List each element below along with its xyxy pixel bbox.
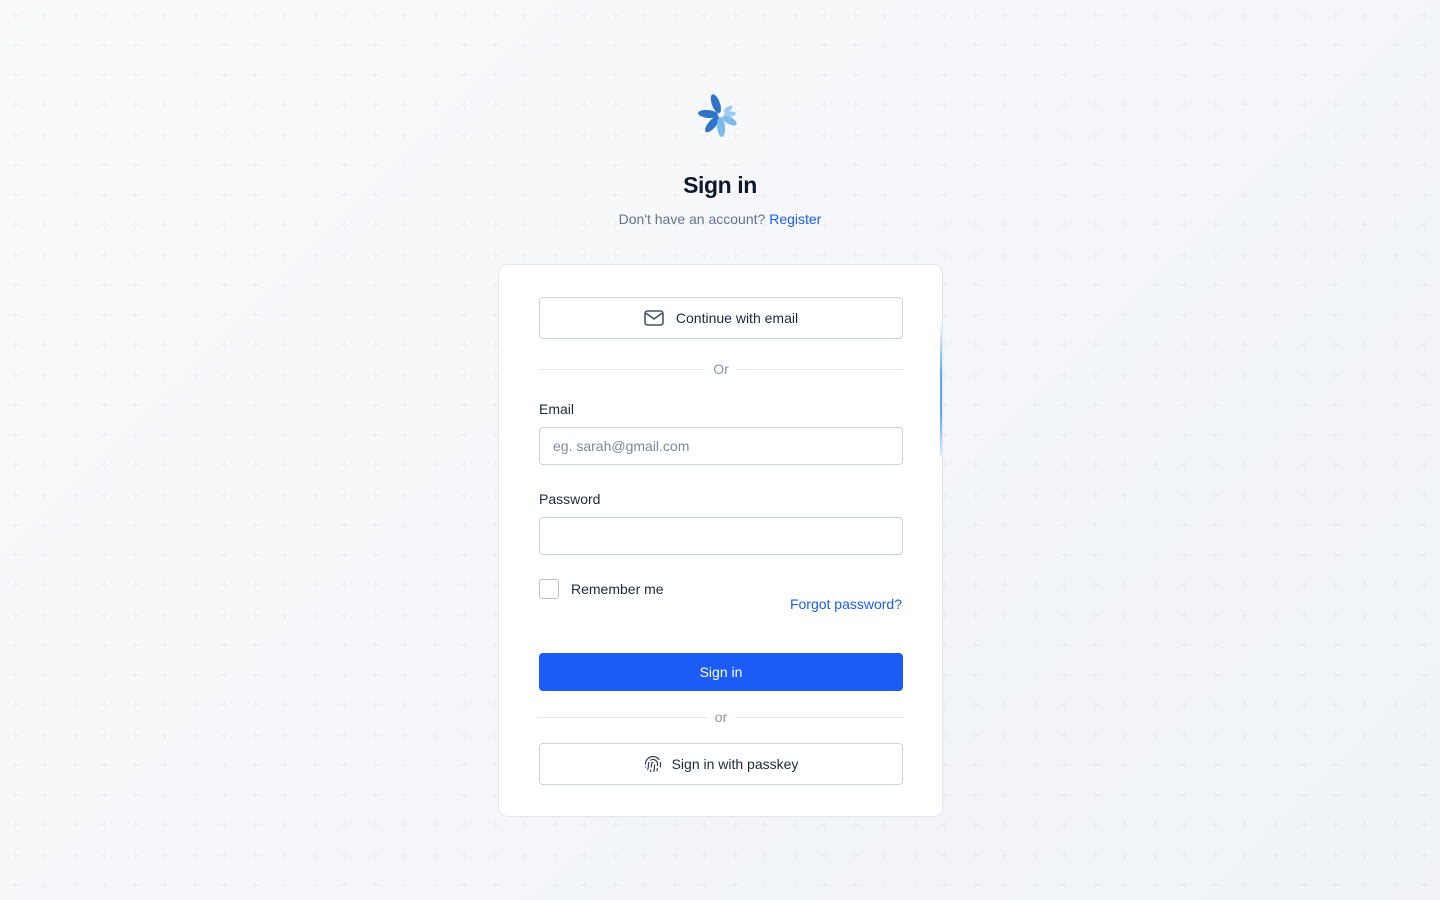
remember-me-checkbox[interactable] <box>539 579 559 599</box>
email-field[interactable] <box>539 427 903 465</box>
register-prompt-text: Don't have an account? <box>618 211 766 227</box>
flower-logo-icon <box>698 94 737 137</box>
register-link[interactable]: Register <box>769 211 821 227</box>
page-title: Sign in <box>683 172 757 198</box>
or-divider-bottom-text: or <box>714 709 728 725</box>
password-field[interactable] <box>539 517 903 555</box>
remember-me-label: Remember me <box>571 581 664 597</box>
divider-line <box>736 368 903 370</box>
sign-in-with-passkey-button[interactable]: Sign in with passkey <box>539 743 903 785</box>
continue-with-email-label: Continue with email <box>675 310 799 326</box>
register-prompt: Don't have an account? Register <box>0 211 1440 227</box>
sign-in-with-passkey-label: Sign in with passkey <box>671 756 799 772</box>
password-label: Password <box>539 491 601 507</box>
divider-line <box>735 716 904 718</box>
sign-in-card: Continue with email Or Email Password Re… <box>498 264 943 817</box>
divider-line <box>539 368 706 370</box>
email-label: Email <box>539 401 575 417</box>
continue-with-email-button[interactable]: Continue with email <box>539 297 903 339</box>
or-divider: Or <box>539 359 903 379</box>
mail-icon <box>644 310 664 326</box>
divider-line <box>539 716 707 718</box>
card-edge-accent <box>940 320 942 456</box>
sign-in-button[interactable]: Sign in <box>539 653 903 691</box>
fingerprint-icon <box>644 755 662 773</box>
or-divider-text: Or <box>713 361 729 377</box>
forgot-password-link[interactable]: Forgot password? <box>790 596 902 612</box>
or-divider-bottom: or <box>539 707 904 727</box>
